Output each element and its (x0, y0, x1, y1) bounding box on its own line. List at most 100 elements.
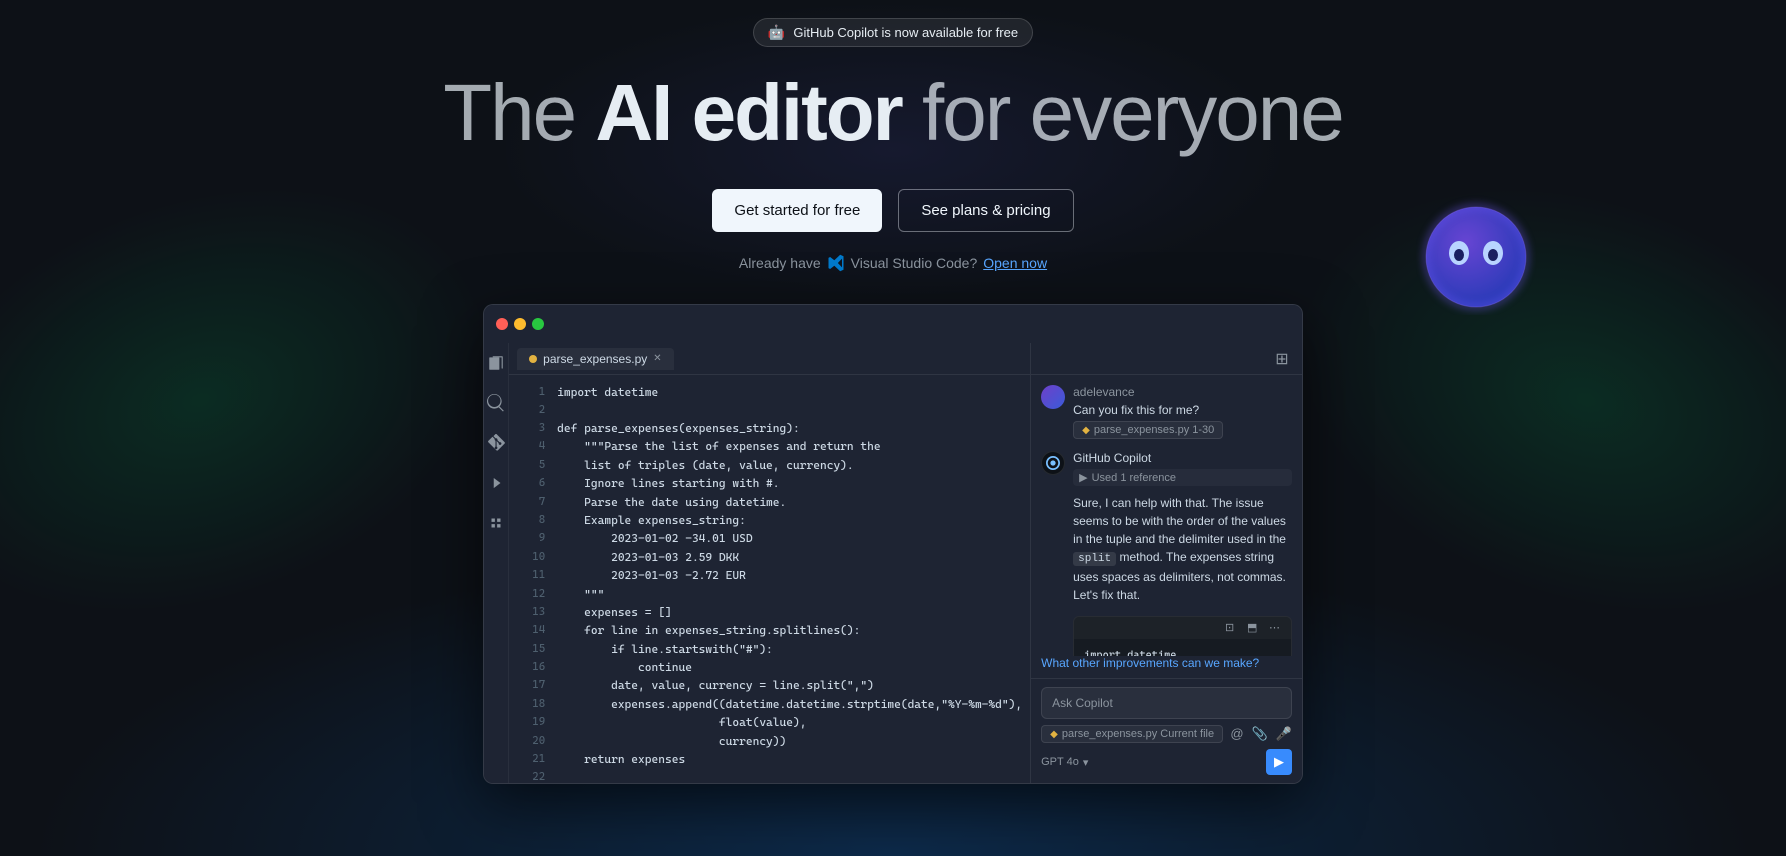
chat-new-icon[interactable]: ⊞ (1272, 349, 1292, 369)
code-block-line: import datetime (1084, 647, 1281, 657)
copilot-mascot (1416, 195, 1536, 320)
send-button[interactable]: ▶ (1266, 749, 1292, 775)
input-toolbar: ◆ parse_expenses.py Current file @ 📎 🎤 (1041, 725, 1292, 743)
vscode-open-link[interactable]: Open now (983, 255, 1047, 271)
sidebar-icon-git[interactable] (484, 431, 508, 455)
maximize-dot (532, 318, 544, 330)
vscode-product: Visual Studio Code? (851, 255, 978, 271)
tab-dot (529, 355, 537, 363)
vscode-link-container: Already have Visual Studio Code? Open no… (739, 254, 1047, 272)
code-line: 20 currency)) (509, 732, 1030, 750)
code-line: 19 float(value), (509, 713, 1030, 731)
window-controls (496, 318, 544, 330)
code-editor: parse_expenses.py ✕ 1import datetime23de… (509, 343, 1031, 783)
input-file-tag-text: parse_expenses.py Current file (1062, 728, 1214, 740)
tab-close-icon[interactable]: ✕ (653, 353, 661, 364)
code-block: ⊡ ⬒ ⋯ import datetimedef parse_expenses(… (1073, 616, 1292, 657)
file-reference: ◆ parse_expenses.py 1-30 (1073, 421, 1223, 439)
model-name: GPT 4o (1041, 756, 1079, 768)
message-content: adelevance Can you fix this for me? ◆ pa… (1073, 385, 1223, 439)
chevron-down-icon: ▾ (1083, 756, 1089, 769)
copilot-content: GitHub Copilot ▶ Used 1 reference Sure, … (1073, 451, 1292, 656)
copy-icon[interactable]: ⊡ (1225, 621, 1239, 635)
editor-container: parse_expenses.py ✕ 1import datetime23de… (483, 304, 1303, 784)
copilot-name: GitHub Copilot (1073, 451, 1292, 465)
insert-icon[interactable]: ⬒ (1247, 621, 1261, 635)
sidebar (484, 343, 509, 783)
user-avatar (1041, 385, 1065, 409)
vscode-prefix: Already have (739, 255, 821, 271)
chat-messages: adelevance Can you fix this for me? ◆ pa… (1031, 375, 1302, 656)
cta-buttons: Get started for free See plans & pricing (712, 189, 1073, 232)
code-line: 2 (509, 401, 1030, 419)
reference-tag[interactable]: ▶ Used 1 reference (1073, 469, 1292, 486)
code-line: 5 list of triples (date, value, currency… (509, 456, 1030, 474)
code-line: 22 (509, 768, 1030, 783)
copilot-message: GitHub Copilot ▶ Used 1 reference Sure, … (1041, 451, 1292, 656)
code-line: 1import datetime (509, 383, 1030, 401)
sidebar-icon-search[interactable] (484, 391, 508, 415)
follow-up-question[interactable]: What other improvements can we make? (1031, 656, 1302, 678)
code-line: 8 Example expenses_string: (509, 511, 1030, 529)
code-line: 4 """Parse the list of expenses and retu… (509, 437, 1030, 455)
main-content: 🤖 GitHub Copilot is now available for fr… (0, 0, 1786, 784)
code-area[interactable]: 1import datetime23def parse_expenses(exp… (509, 375, 1030, 783)
sidebar-icon-files[interactable] (484, 351, 508, 375)
title-bar (484, 305, 1302, 343)
input-icons: @ 📎 🎤 (1230, 726, 1292, 742)
code-line: 9 2023-01-02 -34.01 USD (509, 529, 1030, 547)
message-author: adelevance (1073, 385, 1223, 399)
chat-header: ⊞ (1031, 343, 1302, 375)
model-selector[interactable]: GPT 4o ▾ (1041, 756, 1088, 769)
code-line: 16 continue (509, 658, 1030, 676)
announcement-text: GitHub Copilot is now available for free (793, 25, 1018, 40)
sidebar-icon-run[interactable] (484, 471, 508, 495)
editor-body: parse_expenses.py ✕ 1import datetime23de… (484, 343, 1302, 783)
file-ref-text: parse_expenses.py 1-30 (1094, 424, 1214, 436)
code-line: 10 2023-01-03 2.59 DKK (509, 548, 1030, 566)
copilot-response: Sure, I can help with that. The issue se… (1073, 494, 1292, 604)
hero-title-bold: AI editor (595, 68, 901, 157)
input-file-tag[interactable]: ◆ parse_expenses.py Current file (1041, 725, 1223, 743)
code-line: 18 expenses.append((datetime.datetime.st… (509, 695, 1030, 713)
code-line: 12 """ (509, 585, 1030, 603)
at-icon[interactable]: @ (1230, 726, 1243, 742)
user-message: adelevance Can you fix this for me? ◆ pa… (1041, 385, 1292, 439)
code-line: 14 for line in expenses_string.splitline… (509, 621, 1030, 639)
input-left: ◆ parse_expenses.py Current file (1041, 725, 1223, 743)
tab-filename: parse_expenses.py (543, 352, 647, 366)
chat-input-area: Ask Copilot ◆ parse_expenses.py Current … (1031, 678, 1302, 783)
code-line: 6 Ignore lines starting with #. (509, 474, 1030, 492)
sidebar-icon-extensions[interactable] (484, 511, 508, 535)
reference-text: Used 1 reference (1092, 472, 1176, 484)
code-line: 17 date, value, currency = line.split(",… (509, 676, 1030, 694)
more-icon[interactable]: ⋯ (1269, 621, 1283, 635)
hero-title: The AI editor for everyone (443, 69, 1342, 157)
minimize-dot (514, 318, 526, 330)
chevron-icon: ▶ (1079, 471, 1087, 484)
tab-bar: parse_expenses.py ✕ (509, 343, 1030, 375)
inline-code: split (1073, 552, 1116, 566)
see-plans-button[interactable]: See plans & pricing (898, 189, 1073, 232)
user-question: Can you fix this for me? (1073, 403, 1223, 417)
hero-title-end: for everyone (902, 68, 1343, 157)
code-line: 15 if line.startswith("#"): (509, 640, 1030, 658)
code-line: 3def parse_expenses(expenses_string): (509, 419, 1030, 437)
close-dot (496, 318, 508, 330)
code-line: 11 2023-01-03 -2.72 EUR (509, 566, 1030, 584)
announcement-badge[interactable]: 🤖 GitHub Copilot is now available for fr… (753, 18, 1033, 47)
mic-icon[interactable]: 🎤 (1276, 726, 1292, 742)
copilot-avatar (1041, 451, 1065, 475)
copilot-icon: 🤖 (768, 24, 785, 41)
hero-title-plain: The (443, 68, 595, 157)
paperclip-icon[interactable]: 📎 (1252, 726, 1268, 742)
get-started-button[interactable]: Get started for free (712, 189, 882, 232)
code-block-header: ⊡ ⬒ ⋯ (1074, 617, 1291, 639)
code-line: 13 expenses = [] (509, 603, 1030, 621)
chat-input-box[interactable]: Ask Copilot (1041, 687, 1292, 719)
code-line: 21 return expenses (509, 750, 1030, 768)
editor-tab[interactable]: parse_expenses.py ✕ (517, 348, 673, 370)
vscode-icon (827, 254, 845, 272)
code-block-content: import datetimedef parse_expenses(expens… (1074, 639, 1291, 657)
chat-panel: ⊞ adelevance Can you fix this for me? ◆ … (1031, 343, 1302, 783)
